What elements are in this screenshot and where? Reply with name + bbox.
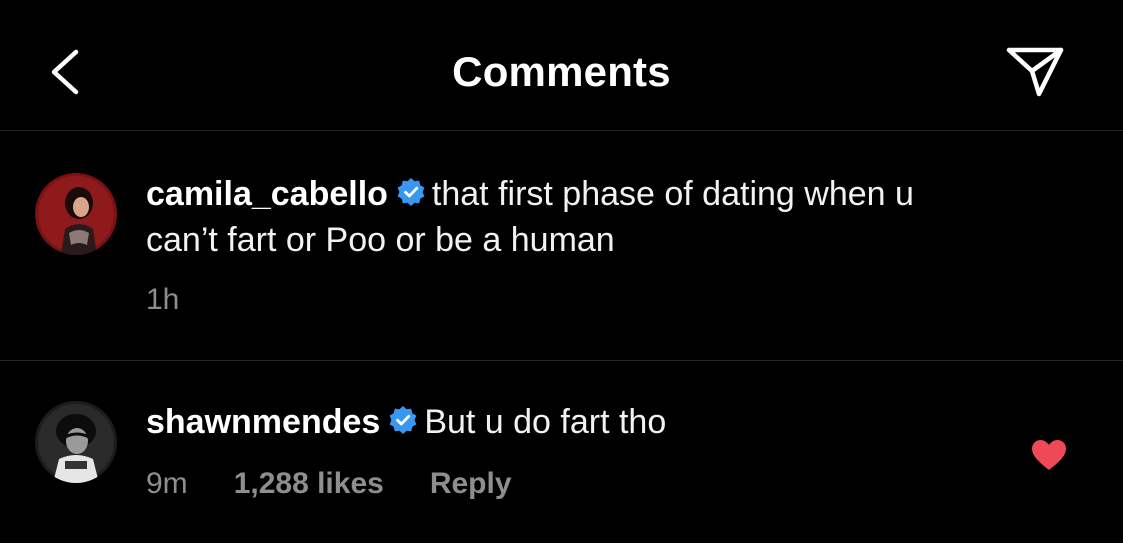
- caption-timestamp: 1h: [146, 283, 180, 316]
- paper-plane-icon: [1006, 47, 1064, 97]
- page-title: Comments: [452, 48, 671, 95]
- caption-text-line-1: that first phase of dating when u: [431, 175, 914, 213]
- reply-button[interactable]: Reply: [430, 467, 512, 501]
- comment-timestamp: 9m: [146, 467, 188, 500]
- caption-username[interactable]: camila_cabello: [146, 175, 388, 213]
- share-button[interactable]: [1003, 42, 1067, 100]
- profile-photo: [35, 173, 117, 255]
- comment-body: But u do fart tho: [424, 403, 667, 441]
- comment-text: shawnmendes But u do fart tho: [146, 399, 666, 445]
- avatar[interactable]: [35, 401, 117, 483]
- caption-text-line-2: can’t fart or Poo or be a human: [146, 221, 615, 259]
- comment-meta: 9m 1,288 likes Reply: [146, 467, 512, 501]
- caption-meta: 1h: [146, 283, 179, 317]
- top-bar: Comments: [0, 0, 1123, 131]
- verified-badge-icon: [389, 406, 417, 434]
- comment-username[interactable]: shawnmendes: [146, 403, 380, 441]
- avatar[interactable]: [35, 173, 117, 255]
- caption-text: camila_cabello that first phase of datin…: [146, 171, 914, 263]
- caption-comment: camila_cabello that first phase of datin…: [0, 131, 1123, 361]
- verified-badge-icon: [397, 178, 425, 206]
- comment-row: shawnmendes But u do fart tho 9m 1,288 l…: [0, 361, 1123, 543]
- heart-icon[interactable]: [1031, 439, 1067, 471]
- likes-count[interactable]: 1,288 likes: [234, 467, 384, 501]
- profile-photo: [35, 401, 117, 483]
